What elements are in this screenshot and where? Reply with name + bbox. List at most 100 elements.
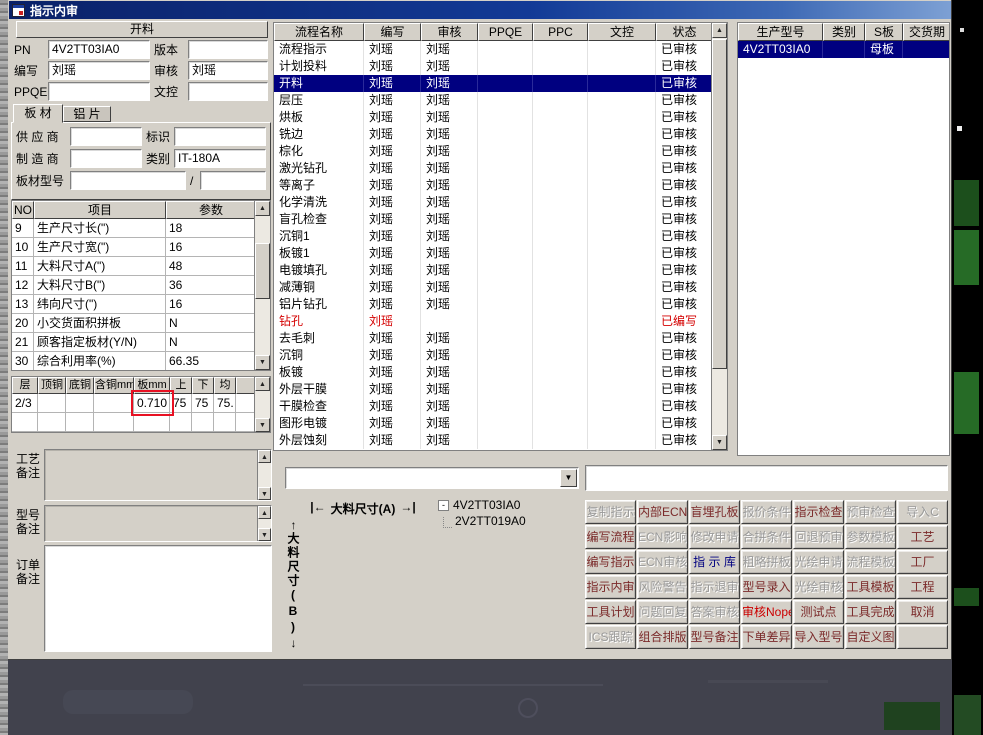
flow-combobox[interactable]: ▼ <box>285 467 579 489</box>
action-button[interactable]: 光绘申请 <box>793 550 844 574</box>
scroll-up-button[interactable]: ▲ <box>712 23 727 38</box>
supplier-field[interactable] <box>70 127 142 146</box>
scroll-up-button[interactable]: ▲ <box>255 377 270 391</box>
flow-row[interactable]: 烘板 刘瑶 刘瑶 已审核 <box>274 109 727 126</box>
flow-row[interactable]: 钻孔 刘瑶 已编写 <box>274 313 727 330</box>
flow-column-header[interactable]: PPC <box>533 23 588 41</box>
flow-row[interactable]: 沉铜 刘瑶 刘瑶 已审核 <box>274 347 727 364</box>
version-field[interactable] <box>188 40 268 59</box>
board-model-field-2[interactable] <box>200 171 266 190</box>
param-row[interactable]: 20 小交货面积拼板 N <box>12 314 270 333</box>
action-button[interactable]: ECN审核 <box>637 550 688 574</box>
mark-field[interactable] <box>174 127 266 146</box>
flow-row[interactable]: 化学清洗 刘瑶 刘瑶 已审核 <box>274 194 727 211</box>
action-button[interactable]: 光绘审核 <box>793 575 844 599</box>
ppqe-field[interactable] <box>48 82 150 101</box>
flow-row[interactable]: 棕化 刘瑶 刘瑶 已审核 <box>274 143 727 160</box>
action-button[interactable]: 测试点 <box>793 600 844 624</box>
scroll-thumb[interactable] <box>255 243 270 299</box>
flow-column-header[interactable]: 文控 <box>588 23 656 41</box>
action-button[interactable]: 合拼条件 <box>741 525 792 549</box>
flow-row[interactable]: 电镀填孔 刘瑶 刘瑶 已审核 <box>274 262 727 279</box>
action-button[interactable]: 下单差异 <box>741 625 792 649</box>
flow-row[interactable]: 盲孔检查 刘瑶 刘瑶 已审核 <box>274 211 727 228</box>
flow-row[interactable]: 外层蚀刻 刘瑶 刘瑶 已审核 <box>274 432 727 449</box>
flow-row[interactable]: 外层干膜 刘瑶 刘瑶 已审核 <box>274 381 727 398</box>
param-row[interactable]: 21 顾客指定板材(Y/N) N <box>12 333 270 352</box>
action-button[interactable]: ICS跟踪 <box>585 625 636 649</box>
scroll-down-button[interactable]: ▼ <box>255 418 270 432</box>
param-column-header[interactable]: NO <box>12 201 34 219</box>
scroll-up-button[interactable]: ▲ <box>258 506 271 519</box>
flow-row[interactable]: 开料 刘瑶 刘瑶 已审核 <box>274 75 727 92</box>
action-button[interactable]: 指示退审 <box>689 575 740 599</box>
flow-column-header[interactable]: 审核 <box>421 23 478 41</box>
action-button[interactable]: 盲埋孔板 <box>689 500 740 524</box>
flow-row[interactable]: 激光钻孔 刘瑶 刘瑶 已审核 <box>274 160 727 177</box>
action-button[interactable]: 参数模板 <box>845 525 896 549</box>
order-note-textarea[interactable] <box>44 545 272 652</box>
action-button[interactable]: 工程 <box>897 575 948 599</box>
pn-field[interactable]: 4V2TT03IA0 <box>48 40 150 59</box>
flow-row[interactable]: 干膜检查 刘瑶 刘瑶 已审核 <box>274 398 727 415</box>
copper-column-header[interactable] <box>236 377 256 394</box>
action-button[interactable]: 内部ECN <box>637 500 688 524</box>
action-button[interactable]: 指 示 库 <box>689 550 740 574</box>
action-button[interactable]: 型号备注 <box>689 625 740 649</box>
tab-board-material[interactable]: 板 材 <box>13 104 63 123</box>
action-button[interactable]: 粗略拼板 <box>741 550 792 574</box>
action-button[interactable]: 导入型号 <box>793 625 844 649</box>
action-button[interactable]: 取消 <box>897 600 948 624</box>
param-row[interactable]: 30 综合利用率(%) 66.35 <box>12 352 270 370</box>
process-note-textarea[interactable]: ▲ ▼ <box>44 449 272 501</box>
flow-row[interactable]: 铝片钻孔 刘瑶 刘瑶 已审核 <box>274 296 727 313</box>
action-button[interactable]: 问题回复 <box>637 600 688 624</box>
writer-field[interactable]: 刘瑶 <box>48 61 150 80</box>
param-row[interactable]: 13 纬向尺寸(") 16 <box>12 295 270 314</box>
action-button[interactable]: 导入C <box>897 500 948 524</box>
doc-control-field[interactable] <box>188 82 268 101</box>
action-button[interactable]: 风险警告 <box>637 575 688 599</box>
action-button[interactable]: 型号录入 <box>741 575 792 599</box>
flow-row[interactable]: 沉铜1 刘瑶 刘瑶 已审核 <box>274 228 727 245</box>
model-note-textarea[interactable]: ▲ ▼ <box>44 505 272 542</box>
action-button[interactable]: 编写流程 <box>585 525 636 549</box>
action-button[interactable]: 工艺 <box>897 525 948 549</box>
flow-column-header[interactable]: 流程名称 <box>274 23 364 41</box>
audit-field[interactable]: 刘瑶 <box>188 61 268 80</box>
flow-row[interactable]: 计划投料 刘瑶 刘瑶 已审核 <box>274 58 727 75</box>
flow-row[interactable]: 流程指示 刘瑶 刘瑶 已审核 <box>274 41 727 58</box>
action-button[interactable]: 组合排版 <box>637 625 688 649</box>
production-column-header[interactable]: S板 <box>865 23 903 41</box>
param-row[interactable]: 10 生产尺寸宽(") 16 <box>12 238 270 257</box>
flow-row[interactable]: 层压 刘瑶 刘瑶 已审核 <box>274 92 727 109</box>
action-button[interactable]: 指示检查 <box>793 500 844 524</box>
scroll-down-button[interactable]: ▼ <box>712 435 727 450</box>
action-button[interactable]: 流程模板 <box>845 550 896 574</box>
param-row[interactable]: 11 大料尺寸A(") 48 <box>12 257 270 276</box>
copper-column-header[interactable]: 顶铜 <box>38 377 66 394</box>
note-scrollbar[interactable]: ▲ ▼ <box>257 450 271 500</box>
flow-row[interactable]: 板镀1 刘瑶 刘瑶 已审核 <box>274 245 727 262</box>
action-button[interactable]: 审核Nope <box>741 600 792 624</box>
copper-column-header[interactable]: 均 <box>214 377 236 394</box>
param-row[interactable]: 12 大料尺寸B(") 36 <box>12 276 270 295</box>
production-row[interactable]: 4V2TT03IA0 母板 <box>738 41 949 58</box>
flow-row[interactable]: 板镀 刘瑶 刘瑶 已审核 <box>274 364 727 381</box>
param-column-header[interactable]: 参数 <box>166 201 256 219</box>
scroll-up-button[interactable]: ▲ <box>258 450 271 463</box>
action-button[interactable]: ECN影响 <box>637 525 688 549</box>
action-button[interactable]: 预审检查 <box>845 500 896 524</box>
tree-root-node[interactable]: - 4V2TT03IA0 <box>438 497 526 513</box>
copper-scrollbar[interactable]: ▲ ▼ <box>254 377 270 432</box>
tab-aluminum-sheet[interactable]: 铝 片 <box>63 106 111 122</box>
action-button[interactable]: 答案审核 <box>689 600 740 624</box>
board-model-field[interactable] <box>70 171 186 190</box>
action-button[interactable]: 编写指示 <box>585 550 636 574</box>
window-titlebar[interactable]: 指示内审 <box>9 1 951 19</box>
scroll-down-button[interactable]: ▼ <box>255 355 270 370</box>
tree-child-node[interactable]: 2V2TT019A0 <box>443 513 526 528</box>
action-button[interactable]: 工具模板 <box>845 575 896 599</box>
action-button[interactable]: 工具计划 <box>585 600 636 624</box>
action-button[interactable]: 工厂 <box>897 550 948 574</box>
